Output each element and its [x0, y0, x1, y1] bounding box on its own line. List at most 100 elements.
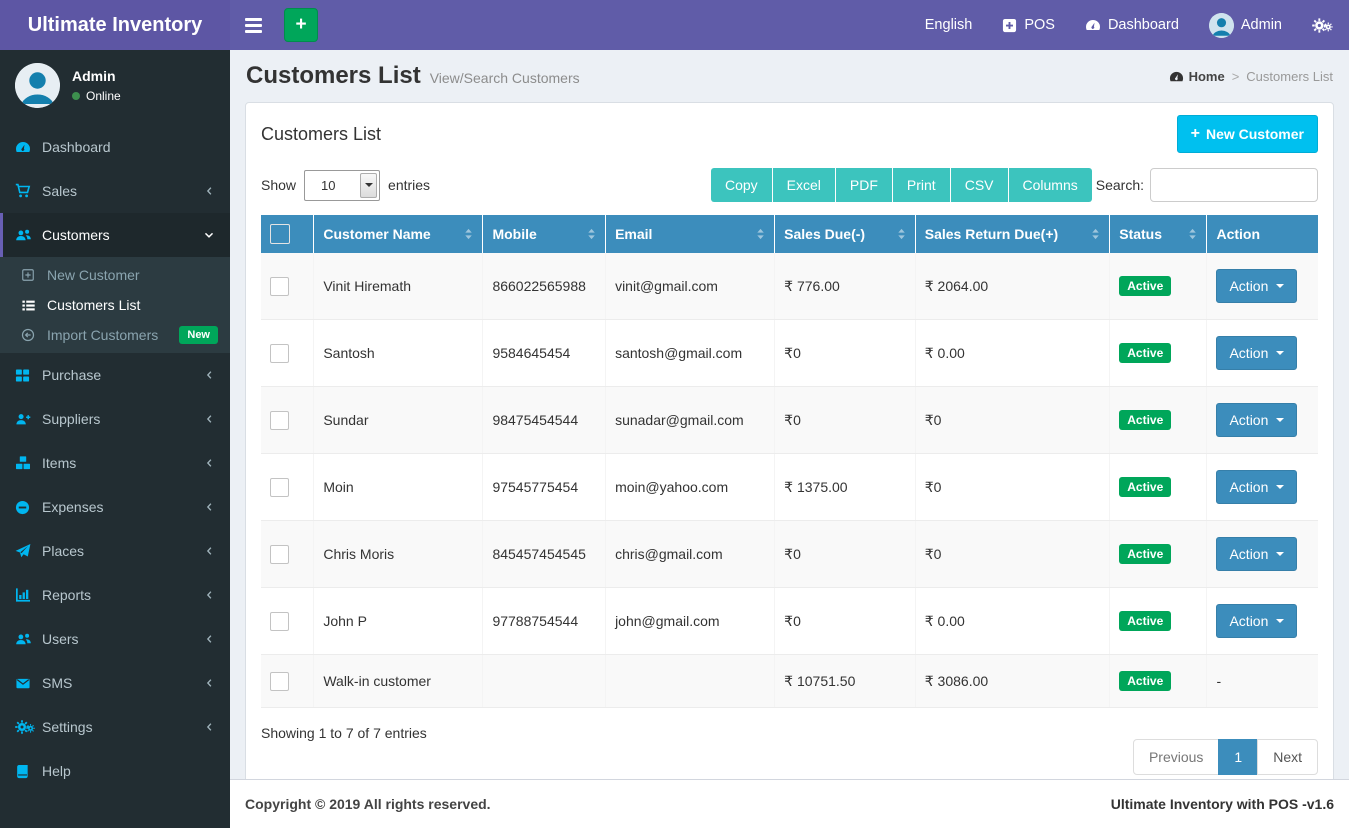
cell-sales-return-due: ₹ 0.00	[915, 319, 1111, 387]
sidebar-item-customers[interactable]: Customers	[0, 213, 230, 257]
content-header: Customers List View/Search Customers Hom…	[230, 50, 1349, 96]
dashboard-link[interactable]: Dashboard	[1070, 0, 1194, 50]
copy-button[interactable]: Copy	[710, 168, 773, 202]
action-button[interactable]: Action	[1216, 403, 1298, 437]
sidebar-item-suppliers[interactable]: Suppliers	[0, 397, 230, 441]
caret-down-icon	[1276, 418, 1285, 422]
sidebar-user-status[interactable]: Online	[72, 89, 121, 103]
app-logo[interactable]: Ultimate Inventory	[0, 0, 230, 50]
cell-customer-name: Vinit Hiremath	[313, 253, 484, 320]
row-checkbox[interactable]	[270, 611, 289, 631]
pdf-button[interactable]: PDF	[835, 168, 893, 202]
excel-button[interactable]: Excel	[772, 168, 836, 202]
plus-square-icon	[1002, 18, 1017, 33]
cell-customer-name: Santosh	[313, 319, 484, 387]
customers-list-panel: Customers List + New Customer Show 10 en…	[245, 102, 1334, 798]
next-page-button[interactable]: Next	[1257, 739, 1318, 775]
sort-icon	[586, 228, 598, 241]
columns-button[interactable]: Columns	[1008, 168, 1092, 202]
select-all-header[interactable]	[261, 215, 314, 253]
sidebar-item-places[interactable]: Places	[0, 529, 230, 573]
sidebar-item-expenses[interactable]: Expenses	[0, 485, 230, 529]
grid-icon	[15, 368, 42, 383]
cell-email: vinit@gmail.com	[605, 253, 776, 320]
sidebar-item-purchase[interactable]: Purchase	[0, 353, 230, 397]
pos-link[interactable]: POS	[987, 0, 1070, 50]
status-badge: Active	[1119, 276, 1172, 296]
col-mobile[interactable]: Mobile	[482, 215, 606, 253]
col-sales-return-due[interactable]: Sales Return Due(+)	[914, 215, 1110, 253]
row-checkbox[interactable]	[270, 276, 289, 296]
sidebar-subitem-customers-list[interactable]: Customers List	[0, 290, 230, 320]
col-status[interactable]: Status	[1109, 215, 1207, 253]
select-all-checkbox[interactable]	[270, 224, 290, 244]
sidebar: Admin Online Dashboard Sales Customers N…	[0, 50, 230, 828]
quick-add-button[interactable]: +	[284, 8, 318, 42]
cell-sales-return-due: ₹ 3086.00	[915, 654, 1111, 708]
users-icon	[15, 227, 42, 243]
previous-page-button[interactable]: Previous	[1132, 739, 1220, 775]
action-button[interactable]: Action	[1216, 269, 1298, 303]
new-customer-button[interactable]: + New Customer	[1176, 115, 1318, 153]
sidebar-subitem-new-customer[interactable]: New Customer	[0, 260, 230, 290]
cell-sales-due: ₹0	[774, 587, 916, 655]
sidebar-item-sms[interactable]: SMS	[0, 661, 230, 705]
language-menu[interactable]: English	[910, 0, 988, 50]
minus-circle-icon	[15, 500, 42, 515]
cell-sales-due: ₹0	[774, 520, 916, 588]
show-label: Show	[261, 177, 297, 193]
row-checkbox[interactable]	[270, 343, 289, 363]
sidebar-item-sales[interactable]: Sales	[0, 169, 230, 213]
sidebar-item-help[interactable]: Help	[0, 749, 230, 793]
col-customer-name[interactable]: Customer Name	[313, 215, 483, 253]
cell-mobile	[482, 654, 607, 708]
breadcrumb-separator: >	[1231, 68, 1240, 84]
row-checkbox[interactable]	[270, 671, 289, 691]
cell-sales-return-due: ₹0	[915, 520, 1111, 588]
online-dot-icon	[72, 92, 80, 100]
table-row: Chris Moris 845457454545 chris@gmail.com…	[261, 520, 1318, 588]
col-email[interactable]: Email	[605, 215, 775, 253]
action-button[interactable]: Action	[1216, 470, 1298, 504]
user-menu[interactable]: Admin	[1194, 0, 1297, 50]
page-1-button[interactable]: 1	[1218, 739, 1259, 775]
col-action: Action	[1206, 215, 1318, 253]
cell-customer-name: John P	[313, 587, 484, 655]
sidebar-user-name: Admin	[72, 68, 116, 84]
chevron-left-icon	[204, 633, 215, 645]
action-button[interactable]: Action	[1216, 604, 1298, 638]
status-badge: Active	[1119, 410, 1172, 430]
entries-select[interactable]: 10	[304, 169, 381, 201]
chevron-left-icon	[204, 589, 215, 601]
settings-menu[interactable]	[1297, 0, 1349, 50]
cell-email: santosh@gmail.com	[605, 319, 776, 387]
row-checkbox[interactable]	[270, 544, 289, 564]
sidebar-item-dashboard[interactable]: Dashboard	[0, 125, 230, 169]
cell-email: john@gmail.com	[605, 587, 776, 655]
breadcrumb-home[interactable]: Home	[1169, 69, 1225, 84]
caret-down-icon	[1276, 552, 1285, 556]
action-button[interactable]: Action	[1216, 336, 1298, 370]
top-navbar: + English POS Dashboard Admin	[230, 0, 1349, 50]
table-summary: Showing 1 to 7 of 7 entries	[261, 725, 427, 741]
sidebar-menu: Dashboard Sales Customers New Customer C…	[0, 125, 230, 793]
table-toolbar: Show 10 entries Copy Excel PDF Print CSV…	[246, 163, 1333, 202]
sidebar-subitem-import-customers[interactable]: Import Customers New	[0, 320, 230, 350]
cell-mobile: 9584645454	[482, 319, 607, 387]
sidebar-toggle-button[interactable]	[230, 0, 276, 50]
sidebar-item-items[interactable]: Items	[0, 441, 230, 485]
cell-sales-return-due: ₹ 2064.00	[915, 253, 1111, 320]
row-checkbox[interactable]	[270, 410, 289, 430]
chevron-down-icon	[360, 172, 378, 198]
row-checkbox[interactable]	[270, 477, 289, 497]
sidebar-item-reports[interactable]: Reports	[0, 573, 230, 617]
sidebar-item-settings[interactable]: Settings	[0, 705, 230, 749]
sidebar-item-users[interactable]: Users	[0, 617, 230, 661]
cell-mobile: 845457454545	[482, 520, 607, 588]
col-sales-due[interactable]: Sales Due(-)	[774, 215, 916, 253]
print-button[interactable]: Print	[892, 168, 951, 202]
action-button[interactable]: Action	[1216, 537, 1298, 571]
csv-button[interactable]: CSV	[950, 168, 1009, 202]
search-input[interactable]	[1150, 168, 1318, 202]
cell-customer-name: Chris Moris	[313, 520, 484, 588]
